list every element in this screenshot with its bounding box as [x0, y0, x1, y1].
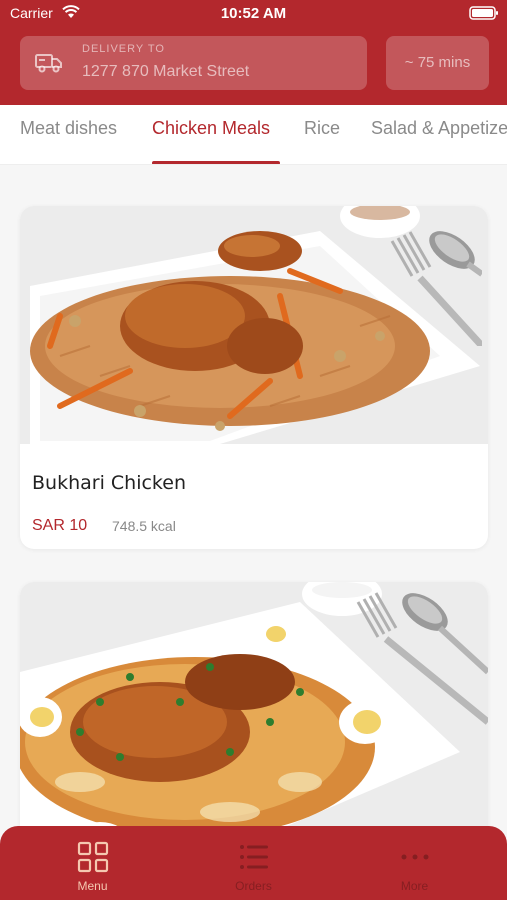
more-icon — [401, 854, 429, 860]
list-icon — [240, 845, 268, 869]
app-header: Carrier 10:52 AM DELIVERY TO 1277 870 Ma… — [0, 0, 507, 105]
nav-menu[interactable]: Menu — [8, 826, 177, 900]
active-tab-indicator — [152, 161, 280, 164]
grid-icon — [77, 841, 109, 873]
battery-icon — [469, 6, 498, 20]
nav-more[interactable]: More — [330, 826, 499, 900]
delivery-truck-icon — [35, 54, 62, 73]
delivery-address-selector[interactable]: DELIVERY TO 1277 870 Market Street — [20, 36, 367, 90]
nav-more-label: More — [400, 879, 429, 893]
item-calories: 748.5 kcal — [112, 518, 176, 534]
menu-item-card[interactable] — [20, 582, 488, 842]
delivery-eta[interactable]: ~ 75 mins — [386, 36, 489, 90]
delivery-to-label: DELIVERY TO — [82, 43, 165, 55]
nav-orders[interactable]: Orders — [169, 826, 338, 900]
bottom-navigation: Menu Orders More — [0, 826, 507, 900]
menu-item-card[interactable]: Bukhari Chicken SAR 10 748.5 kcal — [20, 206, 488, 549]
category-tabs: Meat dishes Chicken Meals Rice Salad & A… — [0, 105, 507, 165]
status-bar: Carrier 10:52 AM — [0, 0, 507, 28]
tab-chicken-meals[interactable]: Chicken Meals — [152, 118, 270, 139]
item-name: Bukhari Chicken — [32, 472, 186, 494]
tab-meat-dishes[interactable]: Meat dishes — [20, 118, 117, 139]
item-price: SAR 10 — [32, 517, 88, 534]
tab-salad-appetizers[interactable]: Salad & Appetizers — [371, 118, 507, 139]
delivery-address: 1277 870 Market Street — [82, 63, 250, 80]
status-time: 10:52 AM — [220, 5, 287, 22]
tab-rice[interactable]: Rice — [304, 118, 340, 139]
nav-orders-label: Orders — [235, 879, 272, 893]
nav-menu-label: Menu — [77, 879, 108, 893]
chicken-biryani-photo — [20, 582, 488, 842]
cutlery-icon — [390, 231, 482, 346]
